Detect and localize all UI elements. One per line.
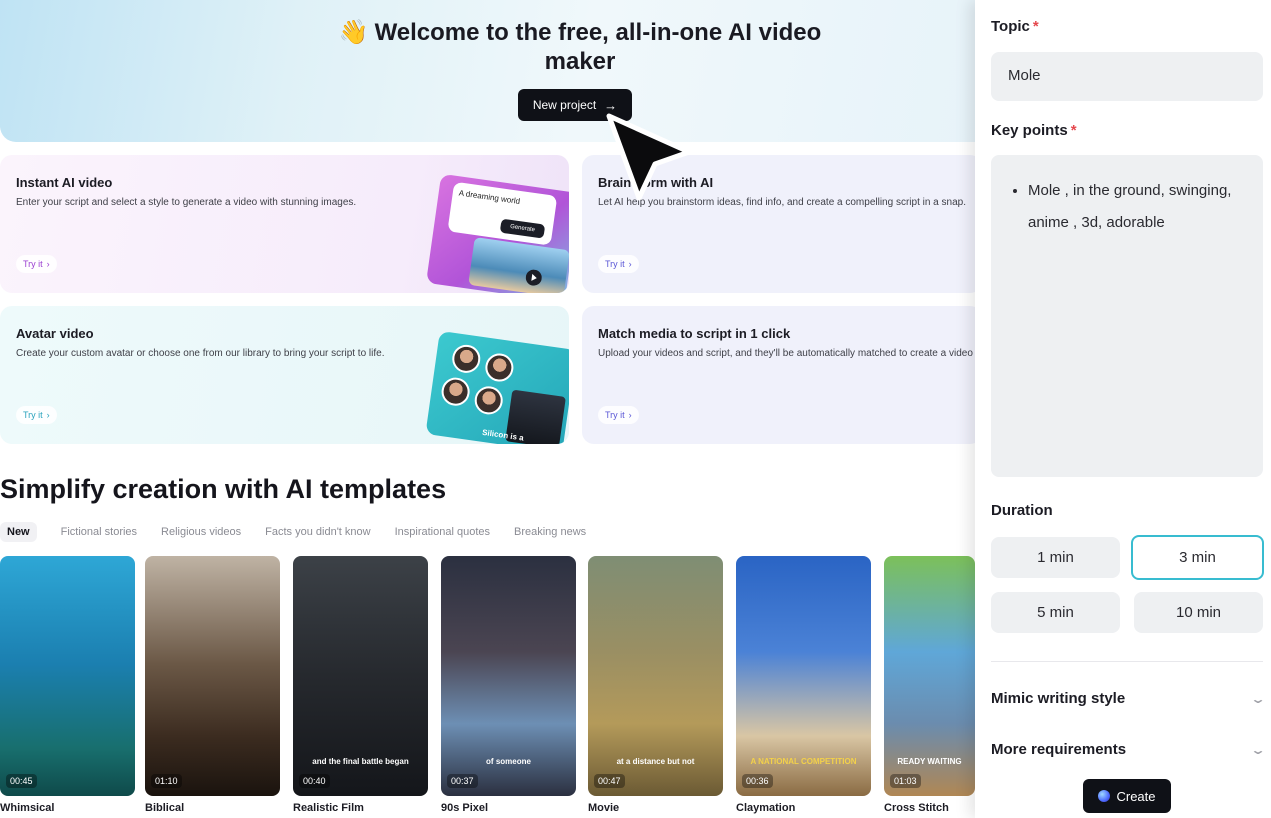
duration-badge: 01:10: [151, 774, 182, 788]
card-instant-ai-video[interactable]: Instant AI video Enter your script and s…: [0, 155, 569, 293]
template-card-90s-pixel[interactable]: of someone 00:37: [441, 556, 576, 796]
duration-option-10-min[interactable]: 10 min: [1134, 592, 1263, 633]
template-name: 90s Pixel: [441, 802, 489, 814]
topic-label-text: Topic: [991, 18, 1030, 35]
try-it-button[interactable]: Try it ›: [16, 255, 57, 273]
key-point-item: Mole , in the ground, swinging, anime , …: [1028, 175, 1243, 239]
new-project-label: New project: [532, 98, 597, 112]
tab-fictional-stories[interactable]: Fictional stories: [61, 526, 137, 538]
tab-facts[interactable]: Facts you didn't know: [265, 526, 370, 538]
hero-title: 👋 Welcome to the free, all-in-one AI vide…: [330, 18, 830, 76]
try-it-button[interactable]: Try it ›: [598, 255, 639, 273]
template-card-realistic-film[interactable]: and the final battle began 00:40: [293, 556, 428, 796]
template-name: Cross Stitch: [884, 802, 949, 814]
app-root: 👋 Welcome to the free, all-in-one AI vide…: [0, 0, 1271, 818]
avatar-face: [483, 351, 516, 384]
card-description: Enter your script and select a style to …: [16, 197, 357, 208]
required-mark: *: [1070, 122, 1077, 139]
chevron-down-icon: ⌄: [1249, 742, 1267, 757]
card-description: Upload your videos and script, and they'…: [598, 348, 973, 359]
tab-inspirational-quotes[interactable]: Inspirational quotes: [395, 526, 490, 538]
mimic-writing-style-accordion[interactable]: Mimic writing style ⌄: [991, 690, 1267, 707]
duration-label: Duration: [991, 502, 1053, 519]
card-description: Create your custom avatar or choose one …: [16, 348, 385, 359]
card-avatar-video[interactable]: Avatar video Create your custom avatar o…: [0, 306, 569, 444]
template-tabs: New Fictional stories Religious videos F…: [0, 521, 586, 543]
duration-option-1-min[interactable]: 1 min: [991, 537, 1120, 578]
try-it-label: Try it: [23, 259, 43, 269]
instant-ai-illustration: A dreaming world Generate: [426, 173, 569, 293]
card-title: Match media to script in 1 click: [598, 326, 791, 341]
topic-input[interactable]: Mole: [991, 52, 1263, 101]
duration-badge: 01:03: [890, 774, 921, 788]
chevron-right-icon: ›: [628, 259, 632, 269]
key-points-textarea[interactable]: Mole , in the ground, swinging, anime , …: [991, 155, 1263, 477]
try-it-label: Try it: [605, 259, 625, 269]
prompt-text: A dreaming world: [458, 188, 521, 206]
generated-image-thumbnail: [468, 237, 569, 293]
template-name: Movie: [588, 802, 620, 814]
avatar-illustration: Silicon is a: [425, 330, 569, 444]
video-caption: READY WAITING: [897, 757, 962, 766]
chevron-right-icon: ›: [46, 259, 50, 269]
topic-label: Topic *: [991, 18, 1039, 35]
video-caption: A NATIONAL COMPETITION: [750, 757, 857, 766]
try-it-label: Try it: [23, 410, 43, 420]
key-points-label: Key points *: [991, 122, 1077, 139]
template-name: Realistic Film: [293, 802, 364, 814]
template-card-claymation[interactable]: A NATIONAL COMPETITION 00:36: [736, 556, 871, 796]
ai-orb-icon: [1098, 790, 1111, 802]
duration-badge: 00:37: [447, 774, 478, 788]
chevron-right-icon: ›: [628, 410, 632, 420]
panel-divider: [991, 661, 1263, 662]
mouse-cursor-icon: [606, 113, 692, 201]
card-title: Instant AI video: [16, 175, 113, 190]
template-name: Whimsical: [0, 802, 55, 814]
duration-badge: 00:40: [299, 774, 330, 788]
duration-option-3-min[interactable]: 3 min: [1131, 535, 1264, 580]
template-card-movie[interactable]: at a distance but not 00:47: [588, 556, 723, 796]
avatar-face: [450, 343, 483, 375]
try-it-label: Try it: [605, 410, 625, 420]
required-mark: *: [1032, 18, 1039, 35]
play-icon: [525, 269, 542, 286]
video-caption: of someone: [486, 757, 531, 766]
template-name: Biblical: [145, 802, 185, 814]
create-button[interactable]: Create: [1083, 779, 1171, 813]
chevron-down-icon: ⌄: [1249, 691, 1267, 706]
more-requirements-label: More requirements: [991, 741, 1127, 758]
duration-badge: 00:47: [594, 774, 625, 788]
video-caption: at a distance but not: [616, 757, 695, 766]
duration-option-5-min[interactable]: 5 min: [991, 592, 1120, 633]
tab-religious-videos[interactable]: Religious videos: [161, 526, 241, 538]
try-it-button[interactable]: Try it ›: [598, 406, 639, 424]
create-button-label: Create: [1116, 788, 1156, 804]
generate-chip-label: Generate: [509, 223, 536, 234]
key-points-label-text: Key points: [991, 122, 1068, 139]
card-match-media[interactable]: Match media to script in 1 click Upload …: [582, 306, 982, 444]
tab-breaking-news[interactable]: Breaking news: [514, 526, 586, 538]
hero-title-text: Welcome to the free, all-in-one AI video…: [374, 19, 822, 75]
hero-banner: 👋 Welcome to the free, all-in-one AI vide…: [0, 0, 975, 142]
more-requirements-accordion[interactable]: More requirements ⌄: [991, 741, 1267, 758]
template-card-biblical[interactable]: 01:10: [145, 556, 280, 796]
duration-badge: 00:45: [6, 774, 37, 788]
chevron-right-icon: ›: [46, 410, 50, 420]
avatar-face: [472, 384, 505, 417]
create-video-panel: Topic* Mole Key points* Mole , in the gr…: [975, 0, 1271, 818]
template-card-cross-stitch[interactable]: READY WAITING 01:03: [884, 556, 975, 796]
template-name: Claymation: [736, 802, 796, 814]
templates-section-title: Simplify creation with AI templates: [0, 474, 447, 504]
avatar-face: [439, 375, 472, 408]
duration-badge: 00:36: [742, 774, 773, 788]
template-card-whimsical[interactable]: 00:45: [0, 556, 135, 796]
try-it-button[interactable]: Try it ›: [16, 406, 57, 424]
arrow-right-icon: →: [604, 97, 618, 113]
tab-new[interactable]: New: [0, 522, 37, 542]
card-title: Avatar video: [16, 326, 94, 341]
wave-emoji-icon: 👋: [338, 19, 369, 46]
mimic-writing-style-label: Mimic writing style: [991, 690, 1126, 707]
video-caption: and the final battle began: [312, 757, 409, 766]
